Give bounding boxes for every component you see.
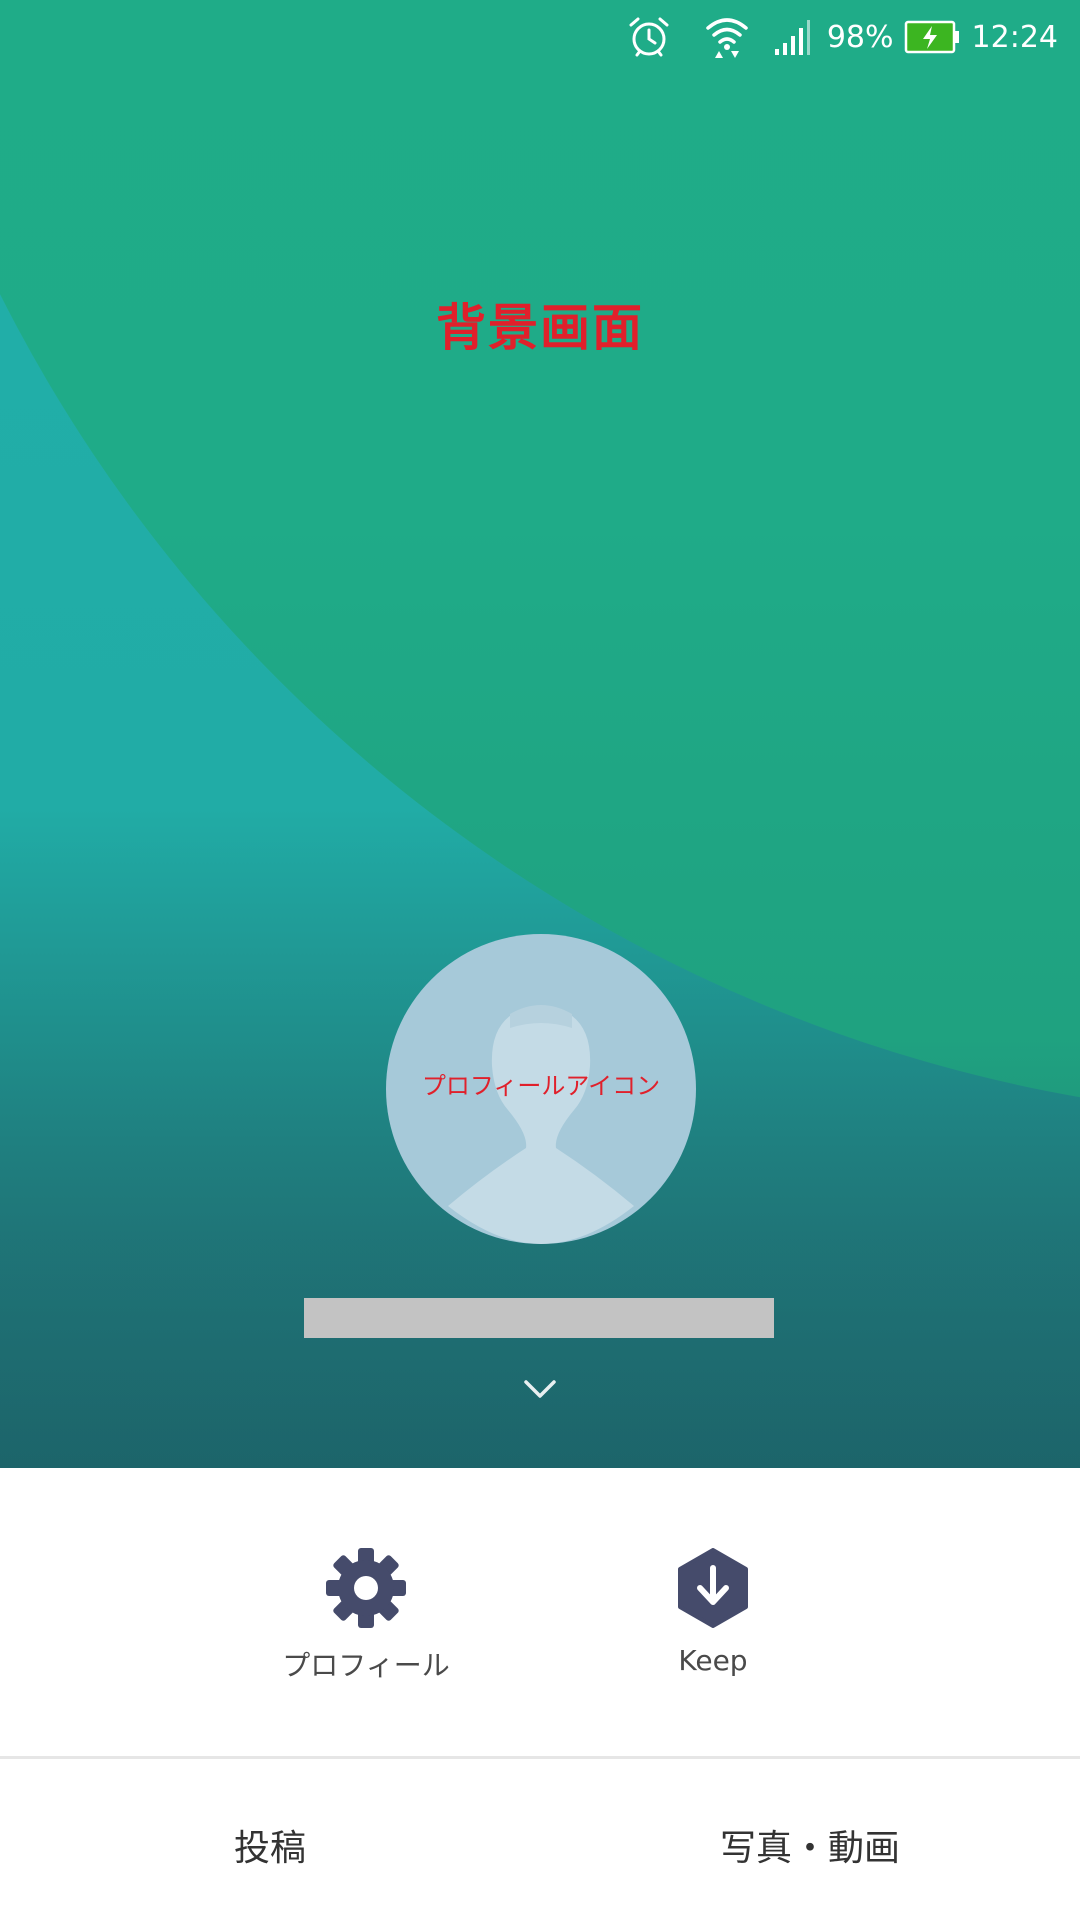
alarm-icon [627,15,671,59]
chevron-down-icon[interactable] [520,1376,560,1404]
battery-charging-icon [904,20,960,54]
profile-action-label: プロフィール [282,1649,450,1682]
wifi-icon [705,14,749,60]
profile-name [304,1282,774,1338]
status-bar: 98% 12:24 [627,0,1080,74]
keep-action-label: Keep [678,1644,748,1677]
content-tabs: 投稿 写真・動画 [0,1759,1080,1920]
keep-button[interactable]: Keep [593,1548,833,1677]
profile-screen: 背景画面 98% 12:24 プロフィールアイコン プロフィール Keep 投稿… [0,0,1080,1920]
tab-photos-videos[interactable]: 写真・動画 [720,1819,900,1871]
profile-settings-button[interactable]: プロフィール [246,1548,486,1684]
name-redaction-bar [304,1298,774,1338]
tab-posts[interactable]: 投稿 [234,1819,306,1871]
avatar-annotation-label: プロフィールアイコン [421,1072,661,1100]
quick-actions-panel: プロフィール Keep [0,1468,1080,1756]
keep-download-icon [593,1548,833,1632]
clock-time: 12:24 [971,19,1058,55]
cover-annotation-label: 背景画面 [436,299,644,357]
gear-icon [246,1548,486,1632]
cover-background[interactable]: 背景画面 [0,0,1080,1468]
battery-percent: 98% [826,19,894,55]
signal-icon [773,17,815,57]
